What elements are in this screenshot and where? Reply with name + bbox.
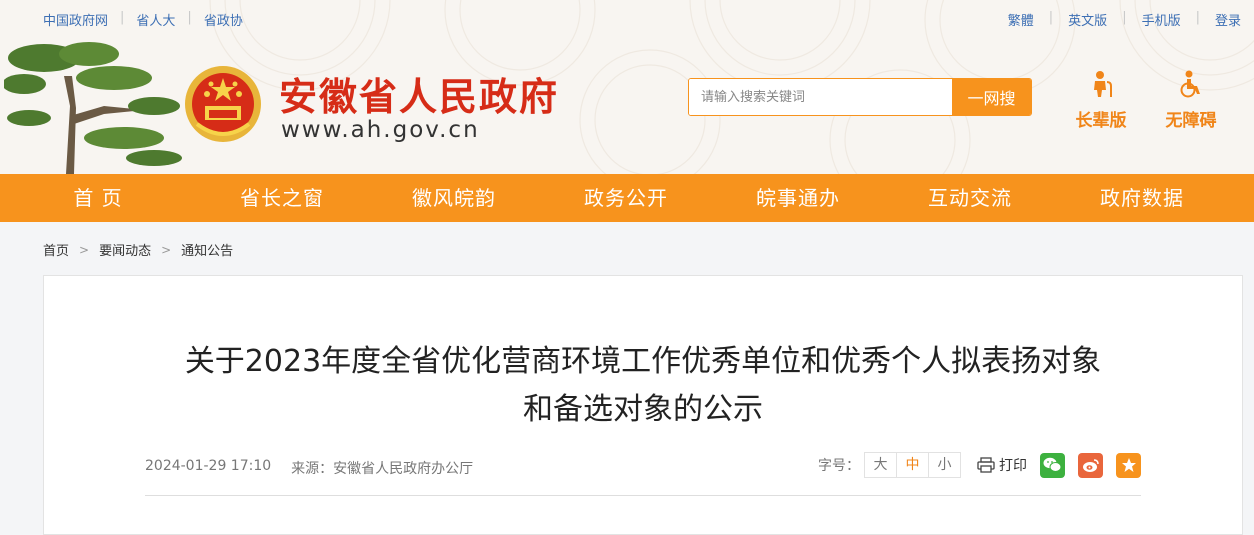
weibo-icon — [1082, 459, 1099, 472]
font-size-small[interactable]: 小 — [929, 453, 960, 477]
font-size-medium[interactable]: 中 — [897, 453, 929, 477]
nav-anhui-culture[interactable]: 徽风皖韵 — [368, 174, 540, 222]
nav-interaction[interactable]: 互动交流 — [884, 174, 1056, 222]
publish-date: 2024-01-29 17:10 — [145, 458, 272, 474]
link-provincial-cppcc[interactable]: 省政协 — [204, 10, 243, 29]
chevron-right-icon: > — [79, 242, 90, 257]
elder-icon — [1094, 71, 1112, 97]
search-button[interactable]: 一网搜 — [952, 79, 1031, 115]
breadcrumb-home[interactable]: 首页 — [43, 240, 69, 259]
share-wechat-button[interactable] — [1040, 452, 1065, 478]
article-title: 关于2023年度全省优化营商环境工作优秀单位和优秀个人拟表扬对象 和备选对象的公… — [44, 338, 1242, 434]
nav-government-data[interactable]: 政府数据 — [1056, 174, 1228, 222]
font-size-selector: 大 中 小 — [864, 452, 961, 478]
share-weibo-button[interactable] — [1078, 452, 1103, 478]
search-box: 一网搜 — [688, 78, 1032, 116]
article-panel: 关于2023年度全省优化营商环境工作优秀单位和优秀个人拟表扬对象 和备选对象的公… — [43, 275, 1243, 535]
site-url: www.ah.gov.cn — [281, 117, 480, 143]
site-title[interactable]: 安徽省人民政府 — [279, 66, 559, 121]
breadcrumb-notices[interactable]: 通知公告 — [181, 240, 233, 259]
breadcrumb: 首页 > 要闻动态 > 通知公告 — [43, 240, 233, 260]
print-label: 打印 — [999, 458, 1027, 474]
national-emblem-icon — [185, 66, 261, 142]
link-gov-cn[interactable]: 中国政府网 — [43, 10, 108, 29]
header: 中国政府网 | 省人大 | 省政协 繁體 | 英文版 | 手机版 | 登录 安徽… — [0, 0, 1254, 174]
pine-tree-icon — [4, 42, 182, 174]
main-nav: 首 页 省长之窗 徽风皖韵 政务公开 皖事通办 互动交流 政府数据 — [0, 174, 1254, 222]
right-links: 繁體 | 英文版 | 手机版 | 登录 — [1007, 10, 1241, 29]
font-size-label: 字号： — [818, 458, 860, 474]
chevron-right-icon: > — [161, 242, 172, 257]
wheelchair-icon — [1180, 70, 1200, 98]
nav-governor-window[interactable]: 省长之窗 — [196, 174, 368, 222]
article-tools: 字号： 大 中 小 打印 — [818, 452, 1141, 478]
nav-services[interactable]: 皖事通办 — [712, 174, 884, 222]
link-provincial-congress[interactable]: 省人大 — [136, 10, 175, 29]
star-icon — [1121, 458, 1136, 472]
elder-mode-button[interactable]: 长辈版 — [1066, 70, 1136, 131]
article-title-line-2: 和备选对象的公示 — [523, 392, 763, 427]
nav-government-affairs[interactable]: 政务公开 — [540, 174, 712, 222]
link-english[interactable]: 英文版 — [1068, 10, 1107, 29]
article-meta: 2024-01-29 17:10 来源：安徽省人民政府办公厅 — [145, 458, 473, 478]
elder-mode-label: 长辈版 — [1075, 111, 1127, 131]
link-login[interactable]: 登录 — [1215, 10, 1241, 29]
search-input[interactable] — [689, 79, 952, 115]
print-button[interactable]: 打印 — [977, 455, 1027, 475]
accessibility-button[interactable]: 无障碍 — [1156, 70, 1226, 131]
link-mobile[interactable]: 手机版 — [1142, 10, 1181, 29]
top-links: 中国政府网 | 省人大 | 省政协 — [43, 10, 243, 29]
accessibility-label: 无障碍 — [1165, 111, 1217, 131]
printer-icon — [977, 457, 995, 473]
breadcrumb-news[interactable]: 要闻动态 — [99, 240, 151, 259]
article-title-line-1: 关于2023年度全省优化营商环境工作优秀单位和优秀个人拟表扬对象 — [184, 344, 1102, 379]
font-size-large[interactable]: 大 — [865, 453, 897, 477]
link-traditional[interactable]: 繁體 — [1008, 10, 1034, 29]
favorite-button[interactable] — [1116, 452, 1141, 478]
article-source: 来源：安徽省人民政府办公厅 — [291, 461, 474, 477]
divider — [145, 495, 1141, 496]
wechat-icon — [1043, 457, 1062, 472]
nav-home[interactable]: 首 页 — [0, 174, 196, 222]
